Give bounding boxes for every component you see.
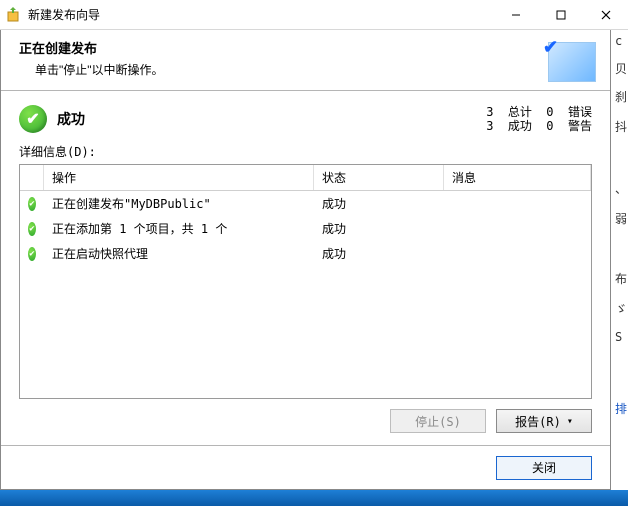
table-row[interactable]: ✔ 正在启动快照代理成功 xyxy=(20,241,591,266)
header-subtitle: 单击"停止"以中断操作。 xyxy=(35,61,548,78)
col-operation[interactable]: 操作 xyxy=(44,165,314,190)
row-success-icon: ✔ xyxy=(28,197,36,211)
client-area: 正在创建发布 单击"停止"以中断操作。 ✔ ✔ 成功 3 总计 0 错误 3 成… xyxy=(0,30,611,490)
wizard-header: 正在创建发布 单击"停止"以中断操作。 ✔ xyxy=(1,30,610,91)
cell-message xyxy=(444,227,591,231)
taskbar xyxy=(0,490,628,506)
table-row[interactable]: ✔ 正在添加第 1 个项目，共 1 个成功 xyxy=(20,216,591,241)
col-message[interactable]: 消息 xyxy=(444,165,591,190)
cell-status: 成功 xyxy=(314,193,444,214)
dialog-footer: 关闭 xyxy=(1,445,610,489)
app-icon xyxy=(6,7,22,23)
checkmark-icon: ✔ xyxy=(543,37,558,58)
close-button[interactable]: 关闭 xyxy=(496,456,592,480)
header-title: 正在创建发布 xyxy=(19,38,548,57)
grid-header: 操作 状态 消息 xyxy=(20,165,591,191)
stop-button: 停止(S) xyxy=(390,409,486,433)
result-status-label: 成功 xyxy=(57,109,486,129)
close-window-button[interactable] xyxy=(583,0,628,30)
grid-body: ✔正在创建发布"MyDBPublic"成功✔正在添加第 1 个项目，共 1 个成… xyxy=(20,191,591,398)
cell-operation: 正在添加第 1 个项目，共 1 个 xyxy=(44,218,314,239)
maximize-button[interactable] xyxy=(538,0,583,30)
row-success-icon: ✔ xyxy=(28,222,36,236)
details-grid: 操作 状态 消息 ✔正在创建发布"MyDBPublic"成功✔正在添加第 1 个… xyxy=(19,164,592,399)
row-success-icon: ✔ xyxy=(28,247,36,261)
cell-operation: 正在创建发布"MyDBPublic" xyxy=(44,193,314,214)
cell-status: 成功 xyxy=(314,243,444,264)
wizard-banner-icon: ✔ xyxy=(548,42,596,82)
cropped-edge-text: c 贝 刹 抖 、 弱 布 ゞ S 排 xyxy=(611,30,628,490)
chevron-down-icon: ▾ xyxy=(567,416,573,427)
minimize-button[interactable] xyxy=(493,0,538,30)
details-label: 详细信息(D): xyxy=(19,143,592,160)
cell-operation: 正在启动快照代理 xyxy=(44,243,314,264)
success-icon: ✔ xyxy=(19,105,47,133)
table-row[interactable]: ✔ 正在创建发布"MyDBPublic"成功 xyxy=(20,191,591,216)
cell-message xyxy=(444,252,591,256)
col-status[interactable]: 状态 xyxy=(314,165,444,190)
result-stats: 3 总计 0 错误 3 成功 0 警告 xyxy=(486,105,592,133)
report-button[interactable]: 报告(R) ▾ xyxy=(496,409,592,433)
window-title: 新建发布向导 xyxy=(28,6,493,23)
title-bar: 新建发布向导 xyxy=(0,0,628,30)
cell-status: 成功 xyxy=(314,218,444,239)
result-summary: ✔ 成功 3 总计 0 错误 3 成功 0 警告 xyxy=(19,105,592,133)
action-bar: 停止(S) 报告(R) ▾ xyxy=(19,399,592,433)
cell-message xyxy=(444,202,591,206)
